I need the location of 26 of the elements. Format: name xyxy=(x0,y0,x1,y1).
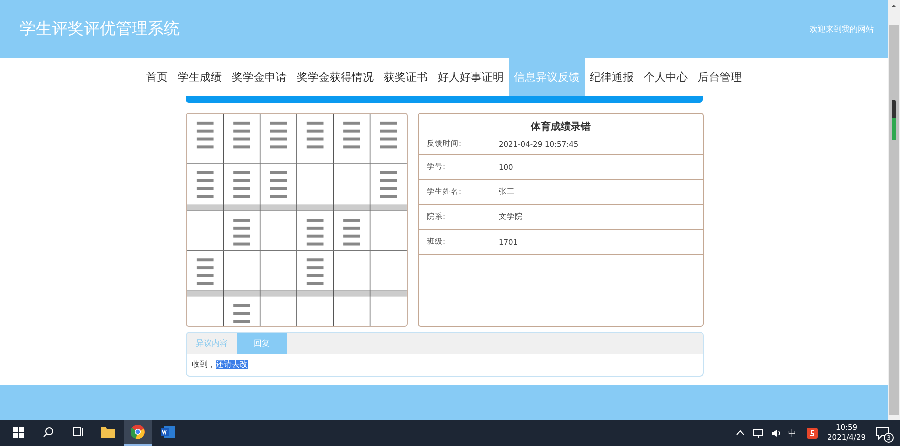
input-method-indicator[interactable]: 中 xyxy=(788,428,797,438)
nav-link[interactable]: 获奖证书 xyxy=(379,58,433,96)
nav-link[interactable]: 好人好事证明 xyxy=(433,58,509,96)
nav-link[interactable]: 首页 xyxy=(141,58,173,96)
welcome-text: 欢迎来到我的网站 xyxy=(810,24,874,34)
nav-link[interactable]: 奖学金获得情况 xyxy=(292,58,379,96)
nav-link[interactable]: 个人中心 xyxy=(639,58,693,96)
nav-link[interactable]: 后台管理 xyxy=(693,58,747,96)
site-title: 学生评奖评优管理系统 xyxy=(20,18,180,40)
task-view-icon xyxy=(72,427,84,437)
browser-icon xyxy=(131,425,145,439)
document-icon xyxy=(161,425,175,439)
speaker-icon[interactable] xyxy=(770,428,782,438)
windows-logo-icon xyxy=(12,426,24,438)
network-icon[interactable] xyxy=(752,428,764,438)
search-icon xyxy=(42,426,54,438)
reply-text: 收到，还请去改 xyxy=(191,359,249,371)
feedback-title: 体育成绩录错 xyxy=(531,120,591,134)
taskbar-app[interactable] xyxy=(124,420,152,446)
nav-link[interactable]: 学生成绩 xyxy=(173,58,227,96)
chevron-up-icon[interactable] xyxy=(736,430,745,436)
nav-link[interactable]: 奖学金申请 xyxy=(227,58,292,96)
nav-link[interactable]: 纪律通报 xyxy=(585,58,639,96)
notification-icon xyxy=(876,427,890,440)
folder-icon xyxy=(101,426,115,438)
app-tray-icon[interactable] xyxy=(806,428,818,438)
